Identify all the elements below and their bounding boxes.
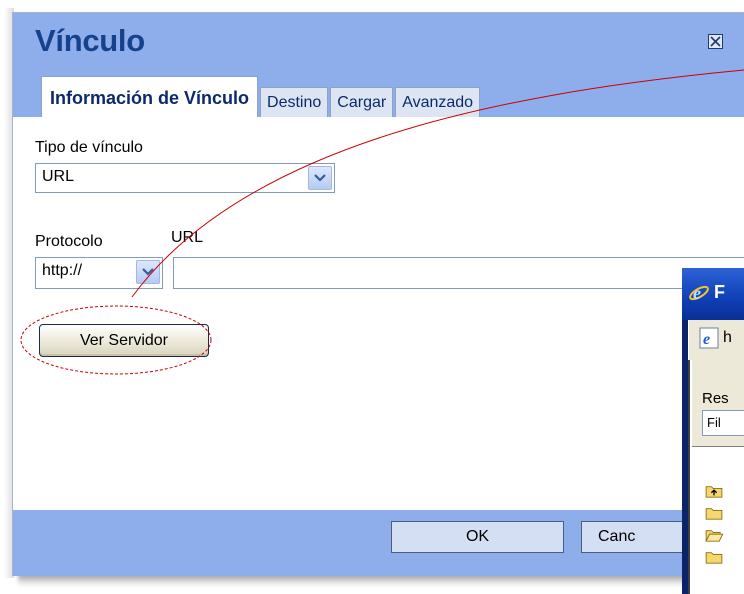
close-icon[interactable]	[708, 34, 723, 49]
chevron-down-icon[interactable]	[308, 166, 332, 190]
dialog-header: Vínculo Información de Vínculo Destino C…	[13, 13, 744, 117]
protocol-label: Protocolo	[35, 233, 103, 250]
page-icon: e	[699, 327, 719, 349]
tab-bar: Información de Vínculo Destino Cargar Av…	[41, 76, 482, 117]
svg-text:e: e	[693, 283, 701, 303]
protocol-select[interactable]: http://	[35, 257, 163, 289]
link-type-value: URL	[42, 168, 75, 185]
dialog-footer: OK Canc	[13, 510, 744, 576]
browse-server-button[interactable]: Ver Servidor	[39, 324, 209, 357]
ok-button[interactable]: OK	[391, 521, 564, 553]
browser-address-bar[interactable]: e h	[688, 320, 744, 360]
tab-advanced[interactable]: Avanzado	[395, 87, 481, 117]
browser-content: Res Fil	[688, 360, 744, 594]
ie-icon: e	[689, 283, 709, 303]
link-type-label: Tipo de vínculo	[35, 139, 143, 156]
file-browser-window: e F e h Res Fil	[682, 268, 744, 594]
resource-select[interactable]: Fil	[702, 410, 744, 436]
link-dialog: Vínculo Información de Vínculo Destino C…	[12, 12, 744, 576]
url-label: URL	[171, 229, 204, 246]
folder-up-icon[interactable]	[704, 484, 724, 498]
address-text: h	[723, 329, 732, 346]
folder-icon[interactable]	[704, 506, 724, 520]
tab-link-info[interactable]: Información de Vínculo	[41, 76, 259, 117]
folder-open-icon[interactable]	[704, 528, 724, 542]
resource-label: Res	[702, 390, 729, 407]
tab-target[interactable]: Destino	[260, 87, 329, 117]
tab-upload[interactable]: Cargar	[330, 87, 394, 117]
dialog-title: Vínculo	[35, 23, 145, 58]
url-input[interactable]	[173, 257, 744, 289]
svg-text:e: e	[703, 331, 710, 348]
resource-panel: Res Fil	[692, 360, 744, 447]
protocol-value: http://	[42, 262, 83, 279]
browser-titlebar[interactable]: e F	[682, 268, 744, 320]
browser-title: F	[714, 282, 725, 302]
link-type-select[interactable]: URL	[35, 163, 335, 193]
chevron-down-icon[interactable]	[136, 260, 160, 284]
folder-icon[interactable]	[704, 550, 724, 564]
